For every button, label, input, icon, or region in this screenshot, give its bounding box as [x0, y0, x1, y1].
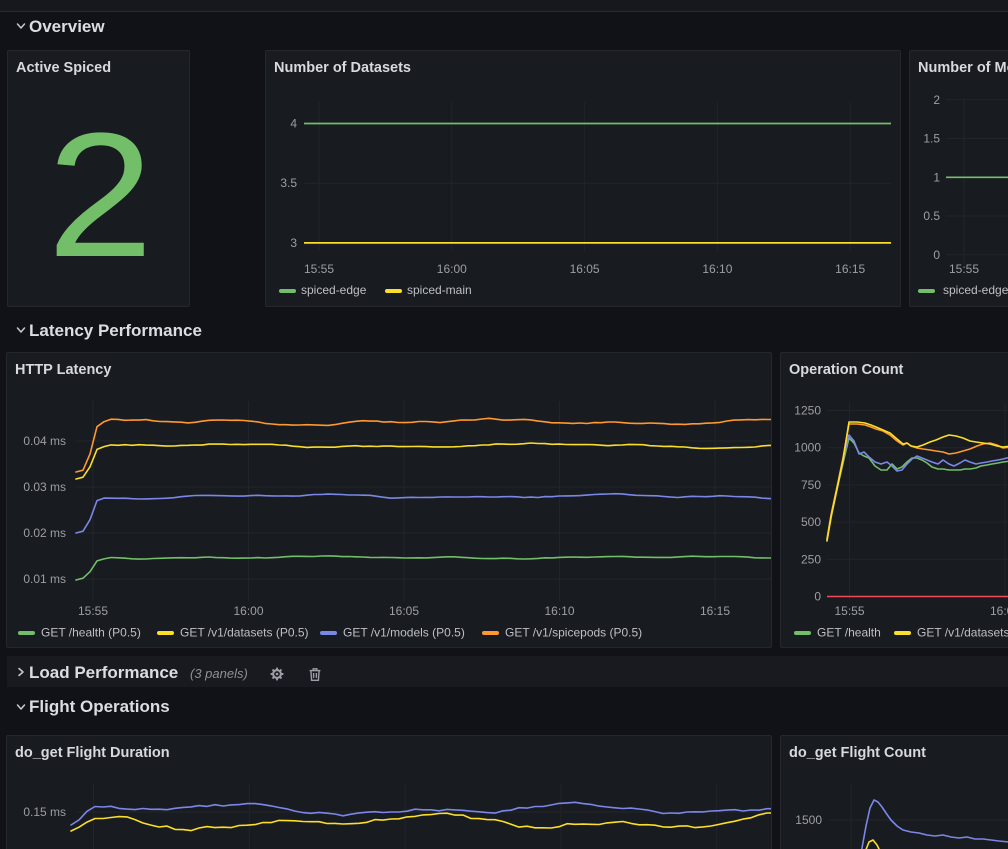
- svg-text:0: 0: [933, 248, 940, 262]
- svg-text:0: 0: [814, 590, 821, 604]
- svg-text:3.5: 3.5: [280, 176, 297, 190]
- svg-text:GET /health: GET /health: [817, 626, 881, 640]
- svg-text:0.01 ms: 0.01 ms: [23, 572, 66, 586]
- svg-text:15:55: 15:55: [304, 262, 334, 276]
- svg-text:0.04 ms: 0.04 ms: [23, 434, 66, 448]
- svg-text:16:00: 16:00: [990, 604, 1008, 618]
- svg-text:1500: 1500: [795, 813, 822, 827]
- svg-text:16:10: 16:10: [544, 604, 574, 618]
- svg-text:1.5: 1.5: [923, 132, 940, 146]
- svg-text:16:10: 16:10: [702, 262, 732, 276]
- svg-text:500: 500: [801, 515, 821, 529]
- svg-text:750: 750: [801, 478, 821, 492]
- svg-text:16:00: 16:00: [437, 262, 467, 276]
- svg-text:0.5: 0.5: [923, 209, 940, 223]
- svg-text:0.02 ms: 0.02 ms: [23, 526, 66, 540]
- svg-text:GET /health (P0.5): GET /health (P0.5): [41, 626, 141, 640]
- svg-text:spiced-edge: spiced-edge: [943, 283, 1008, 297]
- svg-text:16:15: 16:15: [700, 604, 730, 618]
- svg-text:250: 250: [801, 552, 821, 566]
- svg-text:spiced-edge: spiced-edge: [301, 283, 367, 297]
- svg-text:15:55: 15:55: [834, 604, 864, 618]
- svg-text:1: 1: [933, 170, 940, 184]
- svg-text:1250: 1250: [794, 404, 821, 418]
- svg-text:GET /v1/spicepods (P0.5): GET /v1/spicepods (P0.5): [505, 626, 642, 640]
- svg-text:4: 4: [290, 117, 297, 131]
- svg-text:1000: 1000: [794, 441, 821, 455]
- svg-text:16:05: 16:05: [570, 262, 600, 276]
- svg-text:spiced-main: spiced-main: [407, 283, 472, 297]
- svg-text:GET /v1/models (P0.5): GET /v1/models (P0.5): [343, 626, 465, 640]
- svg-text:2: 2: [933, 93, 940, 107]
- svg-text:0.03 ms: 0.03 ms: [23, 480, 66, 494]
- svg-text:16:15: 16:15: [835, 262, 865, 276]
- svg-text:0.15 ms: 0.15 ms: [23, 805, 66, 819]
- svg-text:3: 3: [290, 236, 297, 250]
- svg-text:16:05: 16:05: [389, 604, 419, 618]
- svg-text:15:55: 15:55: [78, 604, 108, 618]
- svg-text:GET /v1/datasets: GET /v1/datasets: [917, 626, 1008, 640]
- svg-text:GET /v1/datasets (P0.5): GET /v1/datasets (P0.5): [180, 626, 309, 640]
- svg-text:16:00: 16:00: [233, 604, 263, 618]
- svg-text:15:55: 15:55: [949, 262, 979, 276]
